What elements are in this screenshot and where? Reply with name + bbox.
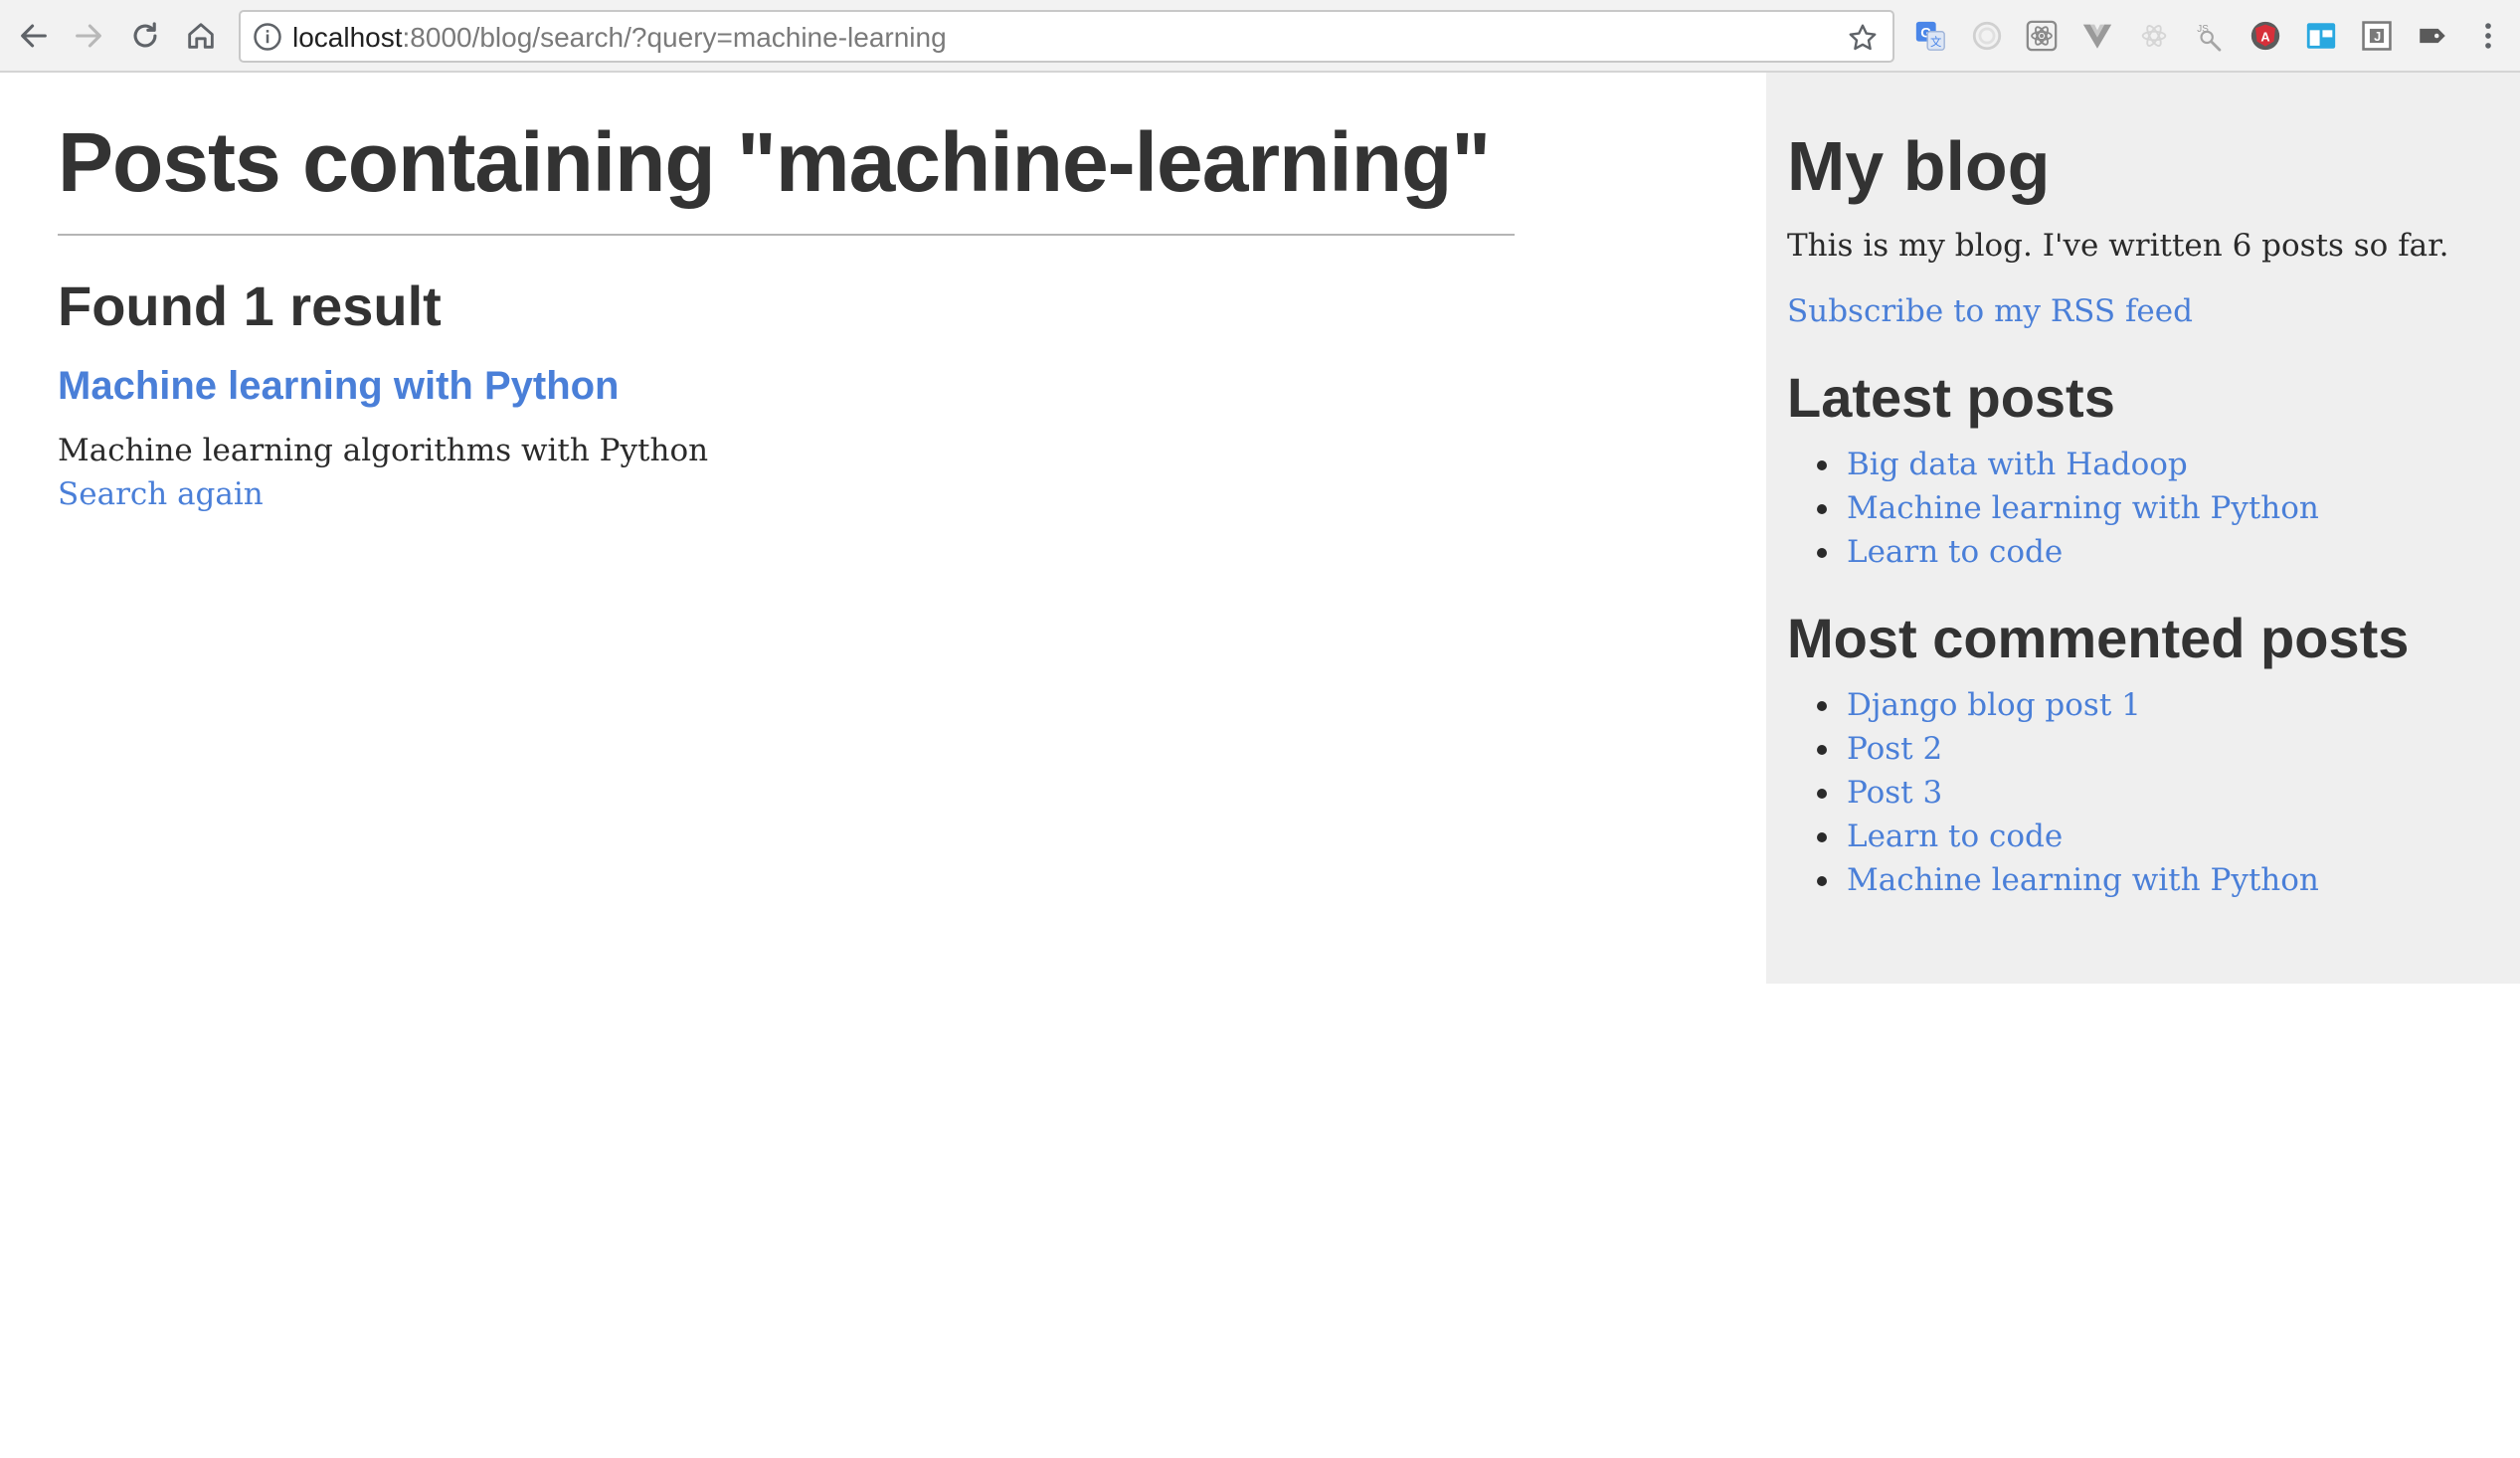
j-extension-icon[interactable]: J: [2360, 19, 2394, 53]
window-extension-icon[interactable]: [2304, 19, 2338, 53]
blog-title: My blog: [1787, 127, 2051, 205]
most-commented-heading: Most commented posts: [1787, 607, 2410, 669]
results-count: Found 1 result: [58, 274, 442, 337]
svg-text:J: J: [2374, 29, 2381, 44]
url-text: localhost:8000/blog/search/?query=machin…: [292, 21, 947, 55]
kebab-menu-icon[interactable]: [2471, 19, 2505, 53]
result-title-link[interactable]: Machine learning with Python: [58, 361, 1515, 411]
most-commented-post-link[interactable]: Django blog post 1: [1847, 687, 2141, 723]
list-item: Big data with Hadoop: [1817, 443, 2500, 486]
url-path: :8000/blog/search/?query=machine-learnin…: [402, 22, 947, 53]
circle-extension-icon[interactable]: [1970, 19, 2004, 53]
list-item: Machine learning with Python: [1817, 486, 2500, 530]
most-commented-list: Django blog post 1 Post 2 Post 3 Learn t…: [1787, 683, 2500, 902]
sidebar: My blog This is my blog. I've written 6 …: [1766, 73, 2520, 984]
most-commented-post-link[interactable]: Post 2: [1847, 731, 1942, 767]
svg-text:A: A: [2260, 30, 2269, 45]
atom-extension-icon[interactable]: [2137, 19, 2171, 53]
list-item: Post 2: [1817, 727, 2500, 771]
search-result: Machine learning with Python Machine lea…: [58, 361, 1515, 472]
list-item: Learn to code: [1817, 815, 2500, 858]
latest-post-link[interactable]: Machine learning with Python: [1847, 490, 2319, 526]
reload-icon[interactable]: [123, 14, 167, 58]
most-commented-post-link[interactable]: Machine learning with Python: [1847, 862, 2319, 898]
forward-arrow-icon[interactable]: [67, 14, 110, 58]
latest-post-link[interactable]: Learn to code: [1847, 534, 2063, 570]
url-host: localhost: [292, 22, 403, 53]
latest-post-link[interactable]: Big data with Hadoop: [1847, 447, 2188, 482]
vue-devtools-icon[interactable]: [2080, 19, 2114, 53]
home-icon[interactable]: [179, 14, 223, 58]
blog-description: This is my blog. I've written 6 posts so…: [1787, 228, 2449, 264]
address-bar[interactable]: localhost:8000/blog/search/?query=machin…: [239, 10, 1894, 63]
list-item: Django blog post 1: [1817, 683, 2500, 727]
google-translate-icon[interactable]: G文: [1913, 19, 1947, 53]
list-item: Machine learning with Python: [1817, 858, 2500, 902]
most-commented-post-link[interactable]: Post 3: [1847, 775, 1942, 811]
browser-toolbar: localhost:8000/blog/search/?query=machin…: [0, 0, 2520, 73]
js-search-icon[interactable]: JS: [2193, 19, 2227, 53]
result-snippet: Machine learning algorithms with Python: [58, 433, 709, 468]
react-devtools-icon[interactable]: [2025, 19, 2059, 53]
search-again-link[interactable]: Search again: [58, 472, 1515, 516]
back-arrow-icon[interactable]: [12, 14, 56, 58]
list-item: Post 3: [1817, 771, 2500, 815]
latest-posts-list: Big data with Hadoop Machine learning wi…: [1787, 443, 2500, 574]
main-content: Posts containing "machine-learning" Foun…: [58, 73, 1515, 516]
rss-feed-link[interactable]: Subscribe to my RSS feed: [1787, 289, 2500, 333]
most-commented-post-link[interactable]: Learn to code: [1847, 819, 2063, 854]
list-item: Learn to code: [1817, 530, 2500, 574]
site-info-icon[interactable]: [253, 22, 282, 52]
svg-text:文: 文: [1930, 35, 1941, 49]
latest-posts-heading: Latest posts: [1787, 366, 2115, 429]
page-title: Posts containing "machine-learning": [58, 112, 1515, 236]
angular-icon[interactable]: A: [2249, 19, 2282, 53]
tag-extension-icon[interactable]: [2416, 19, 2449, 53]
bookmark-star-icon[interactable]: [1847, 22, 1879, 54]
